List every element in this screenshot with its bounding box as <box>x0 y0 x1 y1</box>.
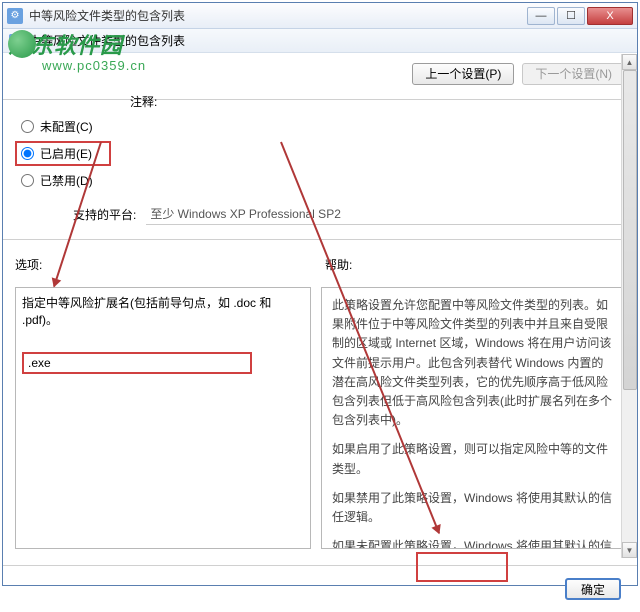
scroll-down-icon[interactable]: ▼ <box>622 542 637 558</box>
window-buttons: — ☐ X <box>527 7 633 25</box>
scroll-thumb[interactable] <box>623 70 637 390</box>
subtitle-bar: 中等风险文件类型的包含列表 <box>3 29 637 53</box>
scroll-up-icon[interactable]: ▲ <box>622 54 637 70</box>
platform-value: 至少 Windows XP Professional SP2 <box>146 203 627 225</box>
dialog-window: ⚙ 中等风险文件类型的包含列表 — ☐ X 中等风险文件类型的包含列表 上一个设… <box>2 2 638 586</box>
options-header: 选项: <box>15 256 315 273</box>
radio-unconfigured-label: 未配置(C) <box>40 118 93 135</box>
platform-row: 支持的平台: 至少 Windows XP Professional SP2 <box>3 197 637 235</box>
radio-unconfigured[interactable] <box>21 120 34 133</box>
radio-disabled-row[interactable]: 已禁用(D) <box>21 172 619 189</box>
footer: 确定 <box>3 565 637 612</box>
next-setting-button: 下一个设置(N) <box>522 63 625 85</box>
help-p4: 如果未配置此策略设置，Windows 将使用其默认的信任逻辑。 <box>332 537 614 549</box>
window-title: 中等风险文件类型的包含列表 <box>29 7 527 24</box>
scrollbar[interactable]: ▲ ▼ <box>621 54 637 558</box>
radio-disabled[interactable] <box>21 174 34 187</box>
radio-enabled-label: 已启用(E) <box>40 145 92 162</box>
maximize-button[interactable]: ☐ <box>557 7 585 25</box>
help-p3: 如果禁用了此策略设置，Windows 将使用其默认的信任逻辑。 <box>332 489 614 527</box>
divider <box>3 239 637 240</box>
section-headers: 选项: 帮助: <box>3 250 637 281</box>
minimize-button[interactable]: — <box>527 7 555 25</box>
nav-row: 上一个设置(P) 下一个设置(N) <box>3 53 637 95</box>
radio-enabled-row[interactable]: 已启用(E) <box>15 141 111 166</box>
prev-setting-button[interactable]: 上一个设置(P) <box>412 63 514 85</box>
subtitle-icon <box>9 34 23 48</box>
titlebar[interactable]: ⚙ 中等风险文件类型的包含列表 — ☐ X <box>3 3 637 29</box>
content-columns: 指定中等风险扩展名(包括前导句点，如 .doc 和 .pdf)。 此策略设置允许… <box>3 281 637 557</box>
ok-button[interactable]: 确定 <box>565 578 621 600</box>
app-icon: ⚙ <box>7 8 23 24</box>
help-p1: 此策略设置允许您配置中等风险文件类型的列表。如果附件位于中等风险文件类型的列表中… <box>332 296 614 430</box>
radio-unconfigured-row[interactable]: 未配置(C) <box>21 118 619 135</box>
radio-enabled[interactable] <box>21 147 34 160</box>
divider <box>3 99 637 100</box>
comment-label: 注释: <box>130 93 157 110</box>
options-panel: 指定中等风险扩展名(包括前导句点，如 .doc 和 .pdf)。 <box>15 287 311 549</box>
options-text: 指定中等风险扩展名(包括前导句点，如 .doc 和 .pdf)。 <box>22 294 304 328</box>
radio-disabled-label: 已禁用(D) <box>40 172 93 189</box>
subtitle-text: 中等风险文件类型的包含列表 <box>29 32 185 49</box>
help-p2: 如果启用了此策略设置，则可以指定风险中等的文件类型。 <box>332 440 614 478</box>
help-panel: 此策略设置允许您配置中等风险文件类型的列表。如果附件位于中等风险文件类型的列表中… <box>321 287 625 549</box>
help-header: 帮助: <box>325 256 625 273</box>
extension-input[interactable] <box>22 352 252 374</box>
close-button[interactable]: X <box>587 7 633 25</box>
platform-label: 支持的平台: <box>73 206 136 223</box>
radio-group: 未配置(C) 已启用(E) 已禁用(D) <box>3 110 637 197</box>
